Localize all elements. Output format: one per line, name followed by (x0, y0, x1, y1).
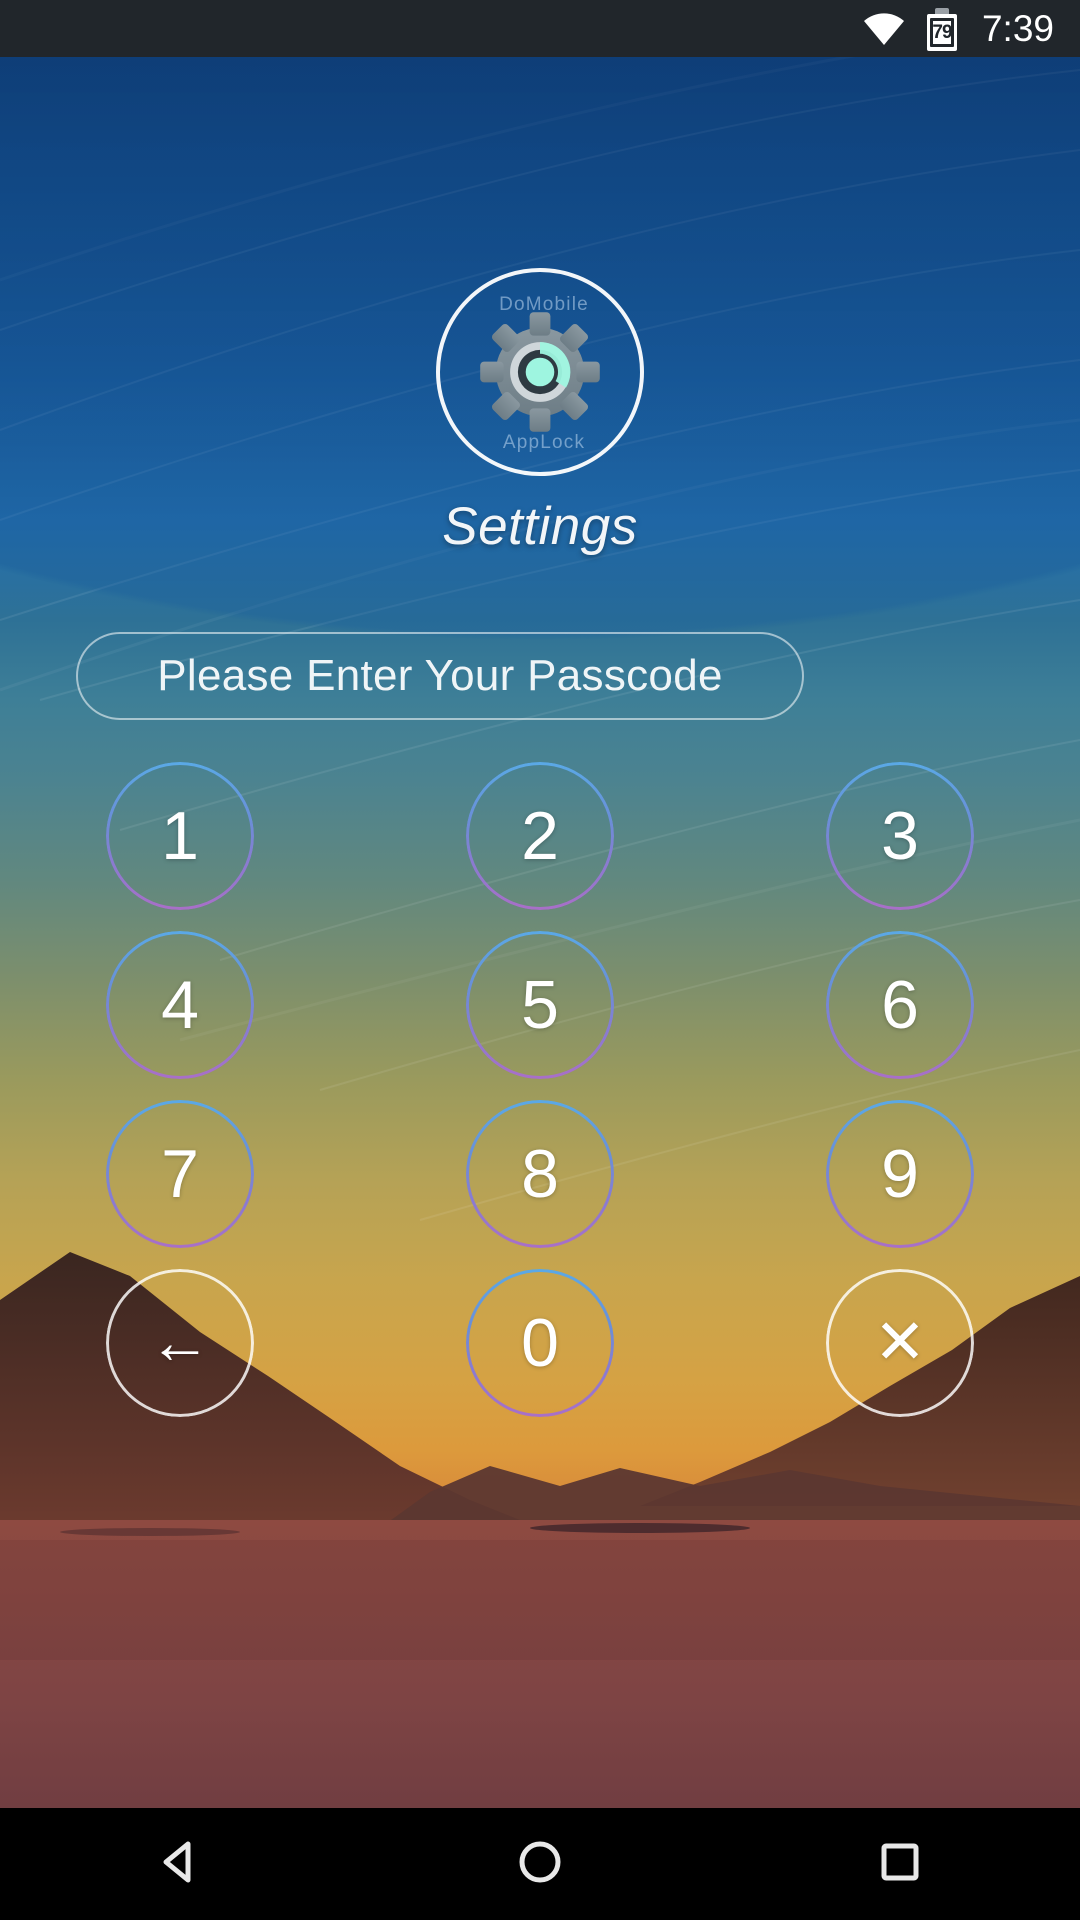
passcode-input[interactable]: Please Enter Your Passcode (76, 632, 804, 720)
nav-recents-button[interactable] (800, 1808, 1000, 1920)
key-label: 6 (881, 967, 919, 1043)
key-8[interactable]: 8 (466, 1100, 614, 1248)
ring-label-top: DoMobile (499, 294, 589, 315)
ring-label-bottom: AppLock (502, 432, 586, 453)
app-icon-ring: DoMobile AppLock (436, 268, 644, 476)
applock-gear-icon (480, 312, 600, 432)
key-5[interactable]: 5 (466, 931, 614, 1079)
battery-icon: 79 (924, 7, 960, 51)
nav-recents-square-icon (872, 1834, 928, 1895)
back-arrow-icon: ← (149, 1308, 211, 1377)
phone-screen: 79 7:39 DoMobile AppLock Settings Please… (0, 0, 1080, 1920)
passcode-placeholder: Please Enter Your Passcode (157, 651, 723, 700)
page-title: Settings (442, 497, 638, 556)
status-bar: 79 7:39 (0, 0, 1080, 57)
key-1[interactable]: 1 (106, 762, 254, 910)
key-label: 5 (521, 967, 559, 1043)
key-label: 1 (161, 798, 199, 874)
battery-level-box: 79 (929, 17, 954, 47)
key-2[interactable]: 2 (466, 762, 614, 910)
key-label: 7 (161, 1136, 199, 1212)
key-6[interactable]: 6 (826, 931, 974, 1079)
key-label: 2 (521, 798, 559, 874)
key-4[interactable]: 4 (106, 931, 254, 1079)
status-bar-clock: 7:39 (981, 8, 1054, 49)
key-9[interactable]: 9 (826, 1100, 974, 1248)
key-label: 4 (161, 967, 199, 1043)
app-header: DoMobile AppLock Settings (0, 268, 1080, 557)
wifi-icon (862, 11, 906, 47)
key-label: 0 (521, 1305, 559, 1381)
key-7[interactable]: 7 (106, 1100, 254, 1248)
battery-level-text: 79 (932, 21, 952, 43)
android-navigation-bar (0, 1808, 1080, 1920)
key-clear[interactable]: ✕ (826, 1269, 974, 1417)
nav-home-circle-icon (512, 1834, 568, 1895)
nav-back-button[interactable] (80, 1808, 280, 1920)
nav-home-button[interactable] (440, 1808, 640, 1920)
close-x-icon: ✕ (874, 1308, 926, 1377)
key-0[interactable]: 0 (466, 1269, 614, 1417)
key-label: 9 (881, 1136, 919, 1212)
key-label: 3 (881, 798, 919, 874)
key-3[interactable]: 3 (826, 762, 974, 910)
nav-back-triangle-icon (152, 1834, 208, 1895)
passcode-keypad: 1 2 3 4 5 6 7 8 9 ← 0 ✕ (0, 762, 1080, 1417)
key-backspace[interactable]: ← (106, 1269, 254, 1417)
key-label: 8 (521, 1136, 559, 1212)
